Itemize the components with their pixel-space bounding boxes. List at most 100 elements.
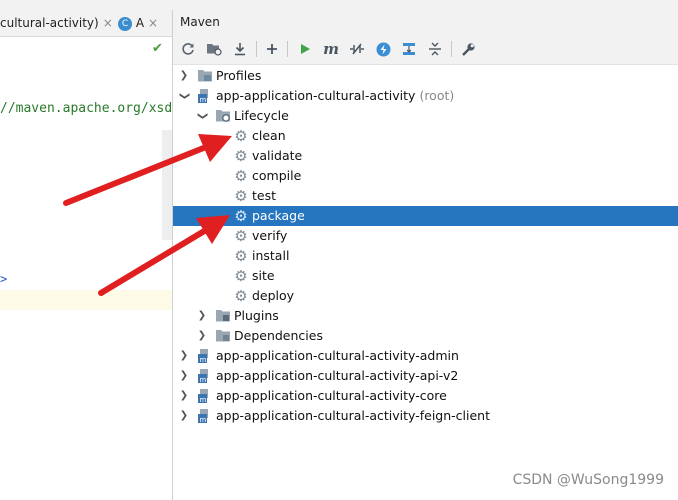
goal-label: test <box>252 188 277 203</box>
code-line-url: //maven.apache.org/xsd <box>0 101 173 116</box>
tree-node-goal-deploy[interactable]: ⚙ deploy <box>173 286 678 306</box>
tree-node-label: app-application-cultural-activity <box>216 88 416 103</box>
tree-node-module[interactable]: ❯ m app-application-cultural-activity-fe… <box>173 406 678 426</box>
tree-node-dependencies[interactable]: ❯ Dependencies <box>173 326 678 346</box>
maven-module-icon: m <box>198 89 212 104</box>
gear-icon: ⚙ <box>234 187 248 205</box>
tree-node-root-project[interactable]: ❯ m app-application-cultural-activity (r… <box>173 86 678 106</box>
code-line-tag: > <box>0 272 8 286</box>
reload-icon[interactable] <box>178 39 198 59</box>
execute-goal-icon[interactable]: m <box>321 39 341 59</box>
editor-tab[interactable]: cultural-activity) × <box>0 10 113 36</box>
chevron-right-icon[interactable]: ❯ <box>178 409 190 423</box>
tree-node-module[interactable]: ❯ m app-application-cultural-activity-ad… <box>173 346 678 366</box>
gear-icon: ⚙ <box>234 227 248 245</box>
maven-module-icon: m <box>198 369 212 384</box>
maven-title: Maven <box>180 15 220 29</box>
editor-pane: cultural-activity) × C A × ✔ //maven.apach… <box>0 10 172 500</box>
svg-text:m: m <box>200 396 207 403</box>
root-tag: (root) <box>419 88 455 103</box>
tree-node-label: Profiles <box>216 68 262 83</box>
tree-node-lifecycle[interactable]: ❯ Lifecycle <box>173 106 678 126</box>
tree-node-label: app-application-cultural-activity-feign-… <box>216 408 491 423</box>
tree-node-goal-compile[interactable]: ⚙ compile <box>173 166 678 186</box>
goal-label: package <box>252 208 305 223</box>
chevron-right-icon[interactable]: ❯ <box>178 369 190 383</box>
tree-node-label: app-application-cultural-activity-core <box>216 388 447 403</box>
goal-label: compile <box>252 168 302 183</box>
folder-icon <box>198 69 212 83</box>
tree-node-module[interactable]: ❯ m app-application-cultural-activity-co… <box>173 386 678 406</box>
svg-text:m: m <box>200 356 207 363</box>
tree-node-label: Plugins <box>234 308 279 323</box>
chevron-right-icon[interactable]: ❯ <box>178 69 190 83</box>
plugins-folder-icon <box>216 309 230 323</box>
chevron-right-icon[interactable]: ❯ <box>196 329 208 343</box>
tree-node-profiles[interactable]: ❯ Profiles <box>173 66 678 86</box>
tree-node-label: Lifecycle <box>234 108 289 123</box>
tree-node-goal-test[interactable]: ⚙ test <box>173 186 678 206</box>
chevron-down-icon[interactable]: ❯ <box>177 90 191 102</box>
goal-label: verify <box>252 228 288 243</box>
toolbar-separator <box>451 41 452 57</box>
toolbar-separator <box>287 41 288 57</box>
maven-module-icon: m <box>198 349 212 364</box>
goal-label: clean <box>252 128 286 143</box>
download-icon[interactable] <box>230 39 250 59</box>
generate-sources-icon[interactable] <box>204 39 224 59</box>
maven-module-icon: m <box>198 409 212 424</box>
tree-node-goal-clean[interactable]: ⚙ clean <box>173 126 678 146</box>
gear-icon: ⚙ <box>234 167 248 185</box>
maven-tool-window: Maven m ❯ Profiles ❯ m app-application-c… <box>173 10 678 500</box>
tree-node-module[interactable]: ❯ m app-application-cultural-activity-ap… <box>173 366 678 386</box>
collapse-all-icon[interactable] <box>425 39 445 59</box>
gear-icon: ⚙ <box>234 247 248 265</box>
chevron-down-icon[interactable]: ❯ <box>195 110 209 122</box>
chevron-right-icon[interactable]: ❯ <box>178 349 190 363</box>
editor-tab-bar: cultural-activity) × C A × <box>0 10 172 37</box>
tree-node-label: Dependencies <box>234 328 323 343</box>
editor-tab-2[interactable]: C A × <box>118 14 158 32</box>
svg-text:m: m <box>200 416 207 423</box>
run-icon[interactable] <box>295 39 315 59</box>
add-icon[interactable] <box>262 39 282 59</box>
class-icon: C <box>118 16 132 31</box>
gear-icon: ⚙ <box>234 267 248 285</box>
close-icon[interactable]: × <box>148 16 158 30</box>
skip-tests-icon[interactable] <box>373 39 393 59</box>
gear-icon: ⚙ <box>234 127 248 145</box>
toggle-offline-icon[interactable] <box>347 39 367 59</box>
toolbar-separator <box>256 41 257 57</box>
tree-node-plugins[interactable]: ❯ Plugins <box>173 306 678 326</box>
watermark: CSDN @WuSong1999 <box>512 472 664 488</box>
chevron-right-icon[interactable]: ❯ <box>178 389 190 403</box>
tree-node-goal-package[interactable]: ⚙ package <box>173 206 678 226</box>
maven-toolbar: m <box>173 34 678 65</box>
check-icon: ✔ <box>152 41 163 56</box>
tree-node-goal-validate[interactable]: ⚙ validate <box>173 146 678 166</box>
tree-node-goal-install[interactable]: ⚙ install <box>173 246 678 266</box>
tree-node-label: app-application-cultural-activity-api-v2 <box>216 368 459 383</box>
close-icon[interactable]: × <box>103 16 113 30</box>
gear-icon: ⚙ <box>234 147 248 165</box>
goal-label: site <box>252 268 275 283</box>
gear-icon: ⚙ <box>234 287 248 305</box>
goal-label: validate <box>252 148 303 163</box>
tree-node-label: app-application-cultural-activity-admin <box>216 348 459 363</box>
chevron-right-icon[interactable]: ❯ <box>196 309 208 323</box>
settings-icon[interactable] <box>458 39 478 59</box>
svg-text:m: m <box>200 376 207 383</box>
show-dependencies-icon[interactable] <box>399 39 419 59</box>
goal-label: install <box>252 248 290 263</box>
editor-scroll-gutter <box>162 130 172 240</box>
svg-text:m: m <box>200 96 207 103</box>
lifecycle-folder-icon <box>216 109 230 123</box>
gear-icon: ⚙ <box>234 207 248 225</box>
current-line-highlight <box>0 290 172 310</box>
maven-header: Maven <box>173 10 678 34</box>
maven-module-icon: m <box>198 389 212 404</box>
tree-node-goal-verify[interactable]: ⚙ verify <box>173 226 678 246</box>
dependencies-folder-icon <box>216 329 230 343</box>
tree-node-goal-site[interactable]: ⚙ site <box>173 266 678 286</box>
editor-tab-label: cultural-activity) <box>0 16 99 30</box>
